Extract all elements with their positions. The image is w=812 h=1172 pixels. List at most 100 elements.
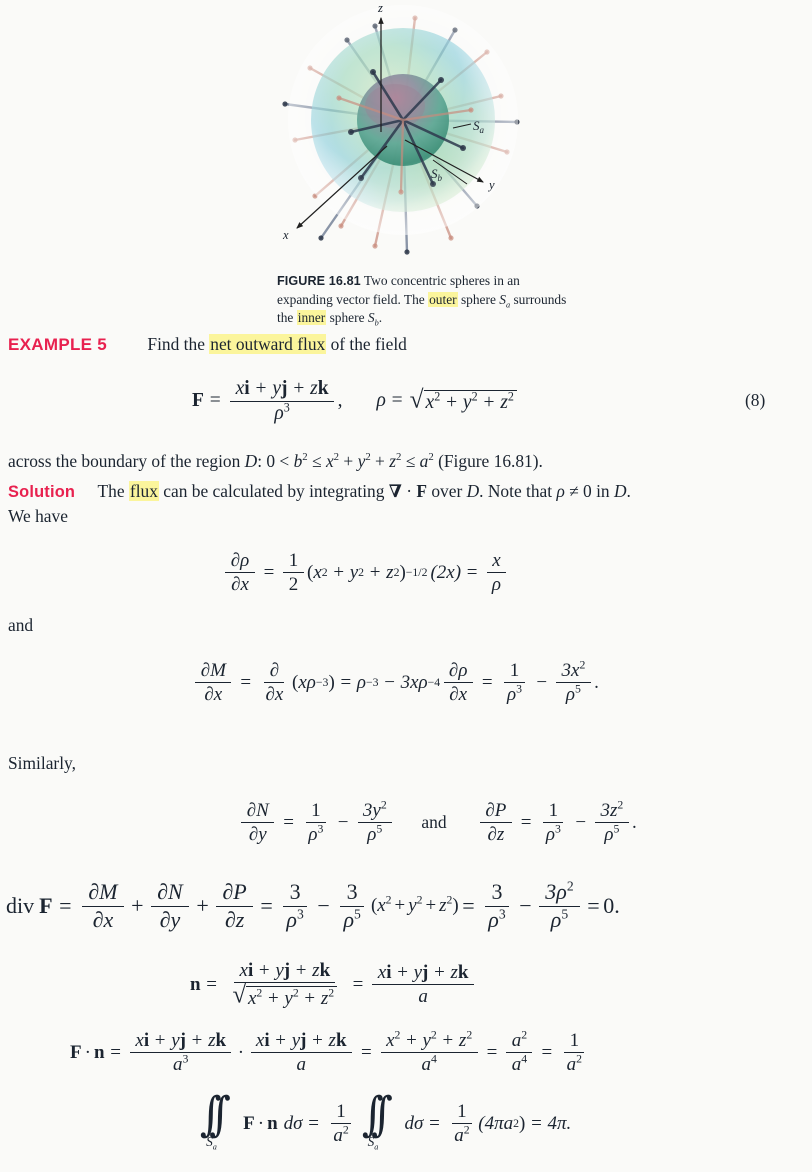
drho-rho: ρ	[240, 550, 250, 571]
example-prompt-post: of the field	[326, 334, 407, 354]
n-dplus-2: +	[304, 988, 316, 1010]
figure-caption-period: .	[378, 310, 383, 326]
drho-x2: x	[313, 561, 322, 583]
div-operator: div	[6, 893, 35, 919]
n-num-2: xi + yj + zk	[372, 961, 474, 986]
div-a-rho: ρ	[286, 906, 297, 932]
figure-16-81: z y x Sa Sb	[255, 0, 555, 270]
div-minus-1: −	[317, 893, 330, 919]
Fn-t3-x-exp: 2	[394, 1028, 401, 1042]
dM-equals: =	[240, 671, 252, 693]
eq8-rad-x: x	[425, 392, 435, 414]
n2-num-i: i	[386, 961, 392, 983]
Fn-t2-den: a	[296, 1054, 306, 1076]
drho-two-x: (2x)	[430, 561, 462, 583]
div-dP-num: ∂P	[216, 879, 253, 907]
dN-equals: =	[283, 811, 294, 833]
eq8-numerator: xi + yj + zk	[230, 378, 335, 402]
drho-partial-1: ∂	[230, 550, 241, 571]
div-paren-group: (x2 + y2 + z2)	[371, 894, 459, 917]
n2-plus-2: +	[434, 961, 445, 983]
div-dM-partial: ∂	[88, 879, 100, 904]
div-d-exp: 5	[561, 906, 569, 922]
n-fraction-2: xi + yj + zk a	[372, 961, 474, 1008]
double-integral-icon: ∫∫	[199, 1087, 231, 1141]
dM-t1-exp: 3	[516, 682, 522, 696]
eq8-rad-y-exp: 2	[471, 389, 478, 404]
div-dN-den: ∂y	[153, 907, 186, 933]
dM-t1-num: 1	[504, 660, 525, 684]
figure-caption-Sa: S	[499, 291, 506, 307]
n-den-y-exp: 2	[292, 986, 299, 1000]
flux-n: n	[267, 1112, 278, 1134]
Fn-t4-num: a2	[506, 1029, 533, 1054]
dP-term-1: 1 ρ3	[541, 800, 567, 846]
solution-mid: can be calculated by integrating	[158, 481, 389, 501]
Fn-t4-a: a	[511, 1030, 522, 1051]
div-b-num: 3	[340, 879, 364, 907]
Fn-t2-i: i	[264, 1030, 270, 1051]
Fn-t5-a: a	[566, 1054, 577, 1076]
flux-c1-den: a2	[328, 1124, 354, 1147]
div-b-den: ρ5	[337, 907, 367, 933]
figure-caption-Sb: S	[367, 310, 375, 326]
flux-equals-2: =	[429, 1112, 440, 1134]
n-equals-2: =	[352, 973, 364, 995]
flux-dot: ·	[257, 1112, 265, 1134]
solution-dot: ·	[401, 481, 417, 501]
div-plus-1: +	[131, 893, 144, 919]
eq8-rad-z: z	[500, 392, 508, 414]
div-px: x	[377, 895, 386, 917]
dP-t1-den: ρ3	[541, 822, 567, 846]
Fn-term-2: xi + yj + zk a	[250, 1030, 352, 1076]
dN-t2-den: ρ5	[362, 822, 388, 846]
figure-caption-highlight-outer: outer	[428, 291, 458, 307]
Fn-dot: ·	[84, 1041, 91, 1063]
div-dN-num: ∂N	[151, 879, 189, 907]
n-radical: √ x2 + y2 + z2	[233, 983, 338, 1010]
flux-equals-3: =	[531, 1112, 542, 1134]
eq8-num-k: k	[317, 378, 329, 399]
Fn-F: F	[70, 1041, 82, 1063]
drho-half-num: 1	[283, 550, 304, 574]
div-F: F	[39, 893, 53, 919]
div-pz: z	[439, 895, 447, 917]
boundary-le-2: ≤	[401, 451, 420, 471]
dP-t1-exp: 3	[555, 822, 561, 836]
dM-t2-num: 3x2	[556, 659, 591, 684]
eq8-comma: ,	[337, 390, 343, 412]
dN-t2-exp: 5	[376, 822, 383, 836]
Fn-t2-j: j	[300, 1030, 307, 1051]
eq8-num-y: y	[272, 378, 281, 399]
figure-caption-text-2: sphere	[457, 291, 500, 307]
dP-partial-1: ∂	[485, 800, 495, 821]
div-b-exp: 5	[354, 906, 361, 922]
Fn-t4-den-a: a	[511, 1054, 522, 1076]
dN-t1-den: ρ3	[303, 823, 329, 846]
example-prompt-pre: Find the	[147, 334, 210, 354]
div-pp1: +	[394, 895, 406, 917]
axis-label-z: z	[377, 1, 383, 15]
div-paren-close: )	[452, 895, 459, 917]
Fn-t1-k: k	[215, 1030, 227, 1051]
dM-drho-partial-1: ∂	[448, 660, 459, 681]
dM-lhs-fraction: ∂M ∂x	[195, 660, 232, 706]
flux-c1-a: a	[333, 1125, 343, 1147]
dM-coef: 3xρ	[400, 671, 428, 693]
Fn-t2-p1: +	[275, 1030, 286, 1051]
Fn-t4-den: a4	[506, 1053, 532, 1076]
dP-t1-rho: ρ	[545, 824, 556, 846]
div-term-c: 3 ρ3	[482, 879, 512, 932]
eq8-plus-2: +	[293, 378, 305, 399]
dM-t2-rho: ρ	[565, 684, 576, 706]
n-dplus-1: +	[267, 988, 279, 1010]
n-num-j: j	[283, 960, 291, 981]
Fn-equals: =	[110, 1041, 121, 1063]
figure-caption-highlight-inner: inner	[296, 310, 327, 326]
Fn-cdot: ·	[237, 1041, 245, 1063]
flux-equals: =	[308, 1112, 319, 1134]
n-den-2: a	[418, 986, 428, 1008]
div-dP-partial: ∂	[222, 879, 234, 904]
concentric-spheres-diagram: z y x Sa Sb	[282, 1, 520, 255]
axis-label-y: y	[487, 178, 495, 192]
